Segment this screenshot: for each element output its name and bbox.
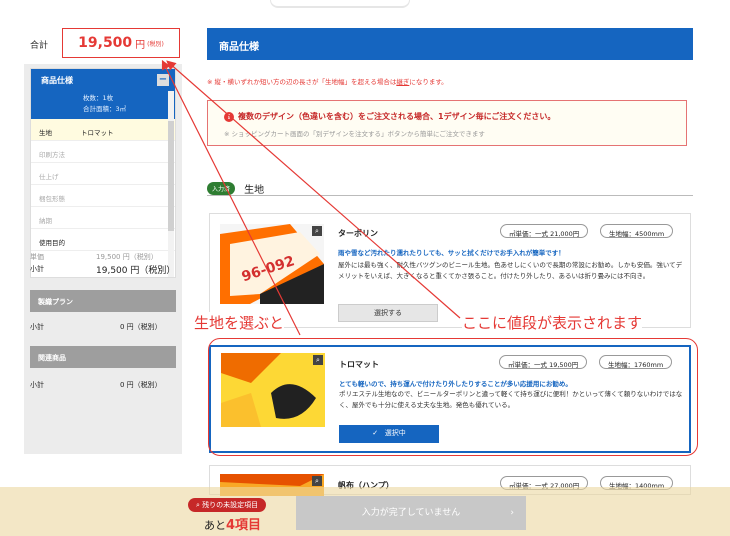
remaining-badge: ⌕ 残りの未設定項目	[188, 498, 267, 512]
annotation-arrows	[161, 59, 461, 336]
proceed-button-label: 入力が完了していません	[361, 508, 461, 518]
remaining-count: あと4項目	[204, 514, 261, 533]
annotation-left: 生地を選ぶと	[194, 312, 285, 333]
remaining-prefix: あと	[204, 519, 226, 532]
proceed-button[interactable]: 入力が完了していません ›	[296, 496, 526, 530]
search-icon: ⌕	[196, 501, 200, 509]
chevron-right-icon: ›	[510, 508, 514, 518]
annotation-right: ここに値段が表示されます	[462, 312, 643, 333]
remaining-badge-label: 残りの未設定項目	[202, 501, 259, 509]
remaining-number: 4項目	[226, 518, 262, 533]
